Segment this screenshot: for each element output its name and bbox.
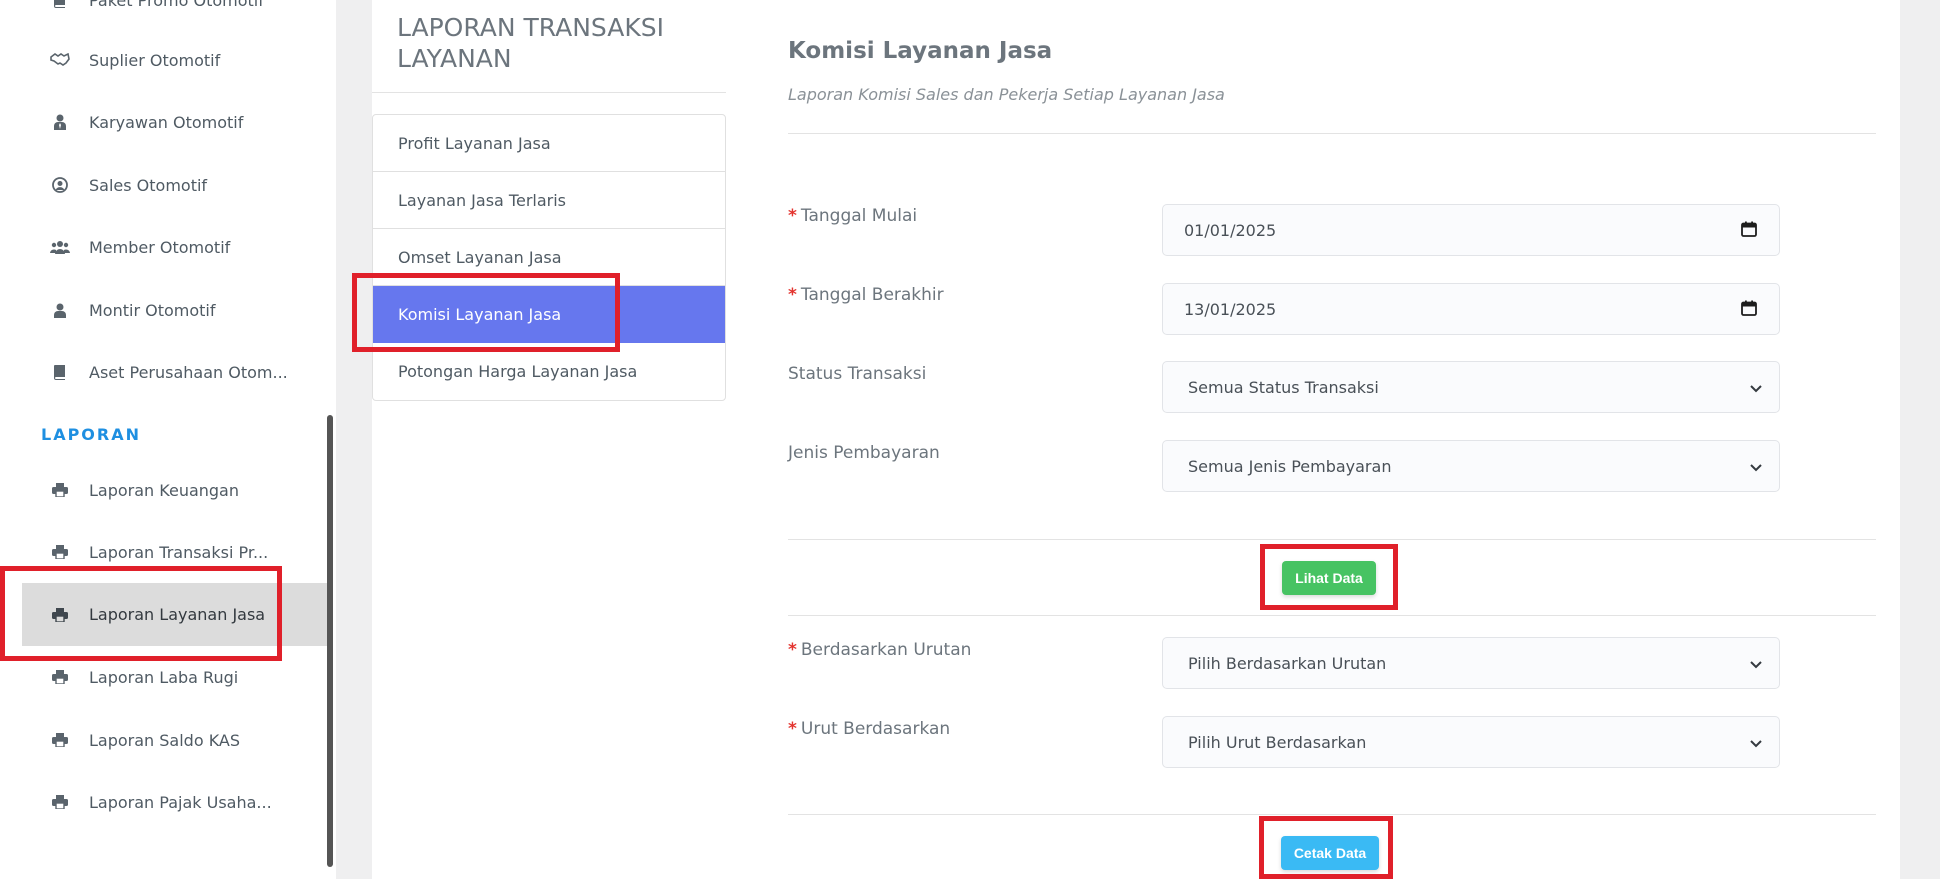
user-circle-icon	[50, 175, 70, 195]
chevron-down-icon	[1749, 656, 1763, 670]
end-date-label: * Tanggal Berakhir	[788, 285, 944, 305]
sidebar-item-label: Laporan Transaksi Pr...	[89, 542, 269, 562]
sort-basis-select[interactable]: Pilih Berdasarkan Urutan	[1162, 637, 1780, 689]
start-date-label: * Tanggal Mulai	[788, 206, 918, 226]
status-label: Status Transaksi	[788, 364, 927, 384]
sidebar-section-header: LAPORAN	[41, 425, 141, 444]
status-select[interactable]: Semua Status Transaksi	[1162, 361, 1780, 413]
divider	[788, 615, 1876, 616]
sidebar-item-label: Aset Perusahaan Otom...	[89, 362, 288, 382]
sort-order-value: Pilih Urut Berdasarkan	[1188, 732, 1367, 752]
required-mark: *	[788, 285, 797, 305]
required-mark: *	[788, 719, 797, 739]
sidebar-item-label: Member Otomotif	[89, 237, 231, 257]
book-icon	[50, 0, 70, 10]
start-date-value: 01/01/2025	[1184, 220, 1277, 240]
users-icon	[50, 237, 70, 257]
sidebar-item-karyawan[interactable]: Karyawan Otomotif	[0, 93, 328, 151]
sidebar-item-label: Laporan Laba Rugi	[89, 667, 239, 687]
user-icon	[50, 300, 70, 320]
chevron-down-icon	[1749, 380, 1763, 394]
print-icon	[50, 542, 70, 562]
status-value: Semua Status Transaksi	[1188, 377, 1379, 397]
end-date-value: 13/01/2025	[1184, 299, 1277, 319]
divider	[788, 539, 1876, 540]
sidebar: Paket Promo Otomotif Suplier Otomotif Ka…	[0, 0, 336, 879]
sidebar-item-sales[interactable]: Sales Otomotif	[0, 156, 328, 214]
sort-order-label: * Urut Berdasarkan	[788, 719, 951, 739]
sort-order-select[interactable]: Pilih Urut Berdasarkan	[1162, 716, 1780, 768]
divider	[788, 814, 1876, 815]
payment-value: Semua Jenis Pembayaran	[1188, 456, 1392, 476]
divider	[788, 133, 1876, 134]
highlight-box	[1259, 816, 1393, 879]
sidebar-item-label: Paket Promo Otomotif	[89, 0, 264, 10]
calendar-icon[interactable]	[1741, 300, 1757, 316]
payment-label: Jenis Pembayaran	[788, 443, 940, 463]
sidebar-item-suplier[interactable]: Suplier Otomotif	[0, 31, 328, 89]
highlight-box	[0, 566, 282, 661]
sidebar-item-laporan-pajak[interactable]: Laporan Pajak Usaha...	[0, 773, 328, 831]
sidebar-item-aset[interactable]: Aset Perusahaan Otom...	[0, 343, 328, 401]
sidebar-item-label: Laporan Saldo KAS	[89, 730, 241, 750]
report-nav-item-terlaris[interactable]: Layanan Jasa Terlaris	[373, 172, 725, 229]
handshake-icon	[50, 50, 70, 70]
sidebar-item-label: Sales Otomotif	[89, 175, 208, 195]
sidebar-scrollbar[interactable]	[327, 415, 333, 867]
sidebar-item-label: Montir Otomotif	[89, 300, 216, 320]
chevron-down-icon	[1749, 459, 1763, 473]
report-nav-title: LAPORAN TRANSAKSI LAYANAN	[397, 13, 664, 73]
print-icon	[50, 792, 70, 812]
sidebar-item-laporan-keuangan[interactable]: Laporan Keuangan	[0, 461, 328, 519]
required-mark: *	[788, 640, 797, 660]
section-subtitle: Laporan Komisi Sales dan Pekerja Setiap …	[788, 85, 1225, 104]
required-mark: *	[788, 206, 797, 226]
sidebar-item-montir[interactable]: Montir Otomotif	[0, 281, 328, 339]
sort-basis-value: Pilih Berdasarkan Urutan	[1188, 653, 1387, 673]
divider	[372, 92, 726, 93]
sidebar-item-laporan-saldo-kas[interactable]: Laporan Saldo KAS	[0, 711, 328, 769]
sort-basis-label: * Berdasarkan Urutan	[788, 640, 972, 660]
print-icon	[50, 480, 70, 500]
section-title: Komisi Layanan Jasa	[788, 38, 1053, 64]
calendar-icon[interactable]	[1741, 221, 1757, 237]
report-nav-item-profit[interactable]: Profit Layanan Jasa	[373, 115, 725, 172]
highlight-box	[1260, 544, 1398, 610]
print-icon	[50, 667, 70, 687]
sidebar-item-label: Laporan Keuangan	[89, 480, 239, 500]
sidebar-item-label: Laporan Pajak Usaha...	[89, 792, 272, 812]
payment-select[interactable]: Semua Jenis Pembayaran	[1162, 440, 1780, 492]
sidebar-item-paket-promo[interactable]: Paket Promo Otomotif	[0, 0, 328, 29]
sidebar-item-label: Karyawan Otomotif	[89, 112, 244, 132]
report-nav-list: Profit Layanan Jasa Layanan Jasa Terlari…	[372, 114, 726, 401]
start-date-input[interactable]: 01/01/2025	[1162, 204, 1780, 256]
sidebar-item-label: Suplier Otomotif	[89, 50, 221, 70]
end-date-input[interactable]: 13/01/2025	[1162, 283, 1780, 335]
highlight-box	[352, 273, 620, 352]
chevron-down-icon	[1749, 735, 1763, 749]
print-icon	[50, 730, 70, 750]
sidebar-item-member[interactable]: Member Otomotif	[0, 218, 328, 276]
book-icon	[50, 362, 70, 382]
user-tie-icon	[50, 112, 70, 132]
